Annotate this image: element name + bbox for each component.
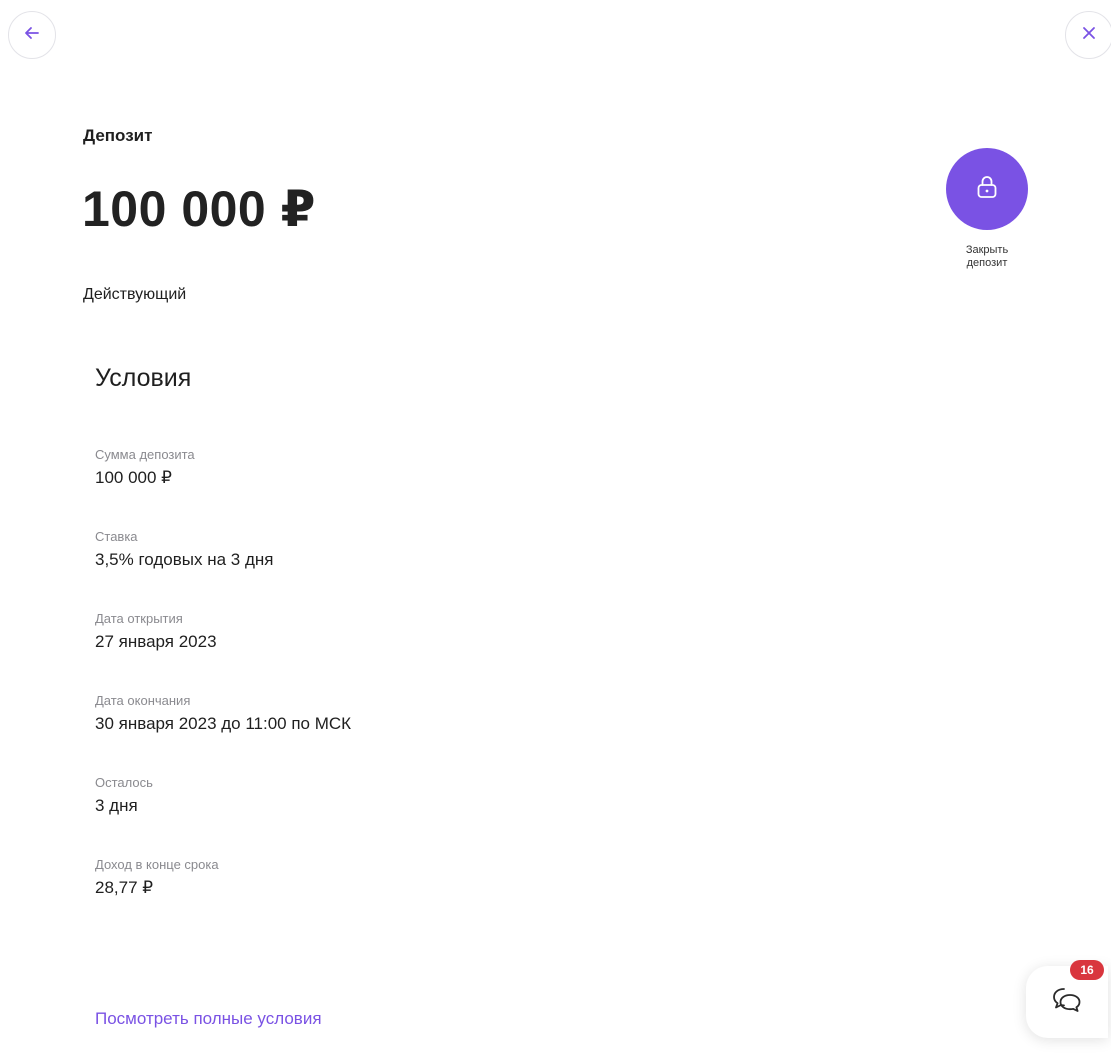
term-value: 28,77 ₽ — [95, 878, 154, 897]
term-label: Дата окончания — [95, 693, 191, 708]
term-income: Доход в конце срока 28,77 ₽ — [95, 857, 695, 939]
term-label: Ставка — [95, 529, 138, 544]
lock-icon — [975, 174, 999, 205]
conditions-list: Сумма депозита 100 000 ₽ Ставка 3,5% год… — [95, 447, 695, 939]
term-value: 100 000 ₽ — [95, 468, 172, 487]
deposit-status: Действующий — [83, 286, 187, 303]
term-value: 27 января 2023 — [95, 632, 217, 651]
back-button[interactable] — [8, 11, 56, 59]
term-label: Осталось — [95, 775, 153, 790]
term-value: 3,5% годовых на 3 дня — [95, 550, 274, 569]
term-value: 3 дня — [95, 796, 138, 815]
term-value: 30 января 2023 до 11:00 по МСК — [95, 714, 352, 733]
arrow-left-icon — [22, 23, 42, 48]
full-terms-link[interactable]: Посмотреть полные условия — [95, 1009, 322, 1029]
product-type-label: Депозит — [83, 126, 153, 145]
close-deposit-button[interactable] — [946, 148, 1028, 230]
term-rate: Ставка 3,5% годовых на 3 дня — [95, 529, 695, 611]
term-label: Дата открытия — [95, 611, 183, 626]
close-button[interactable] — [1065, 11, 1111, 59]
chat-bubbles-icon — [1050, 985, 1084, 1020]
term-label: Сумма депозита — [95, 447, 195, 462]
chat-unread-badge: 16 — [1070, 960, 1104, 980]
term-deposit-amount: Сумма депозита 100 000 ₽ — [95, 447, 695, 529]
close-deposit-label: Закрыть депозит — [965, 244, 1009, 269]
conditions-title: Условия — [95, 364, 192, 392]
close-deposit-action[interactable]: Закрыть депозит — [930, 148, 1044, 270]
term-remaining: Осталось 3 дня — [95, 775, 695, 857]
term-open-date: Дата открытия 27 января 2023 — [95, 611, 695, 693]
term-label: Доход в конце срока — [95, 857, 219, 872]
deposit-amount: 100 000 ₽ — [82, 181, 316, 237]
term-end-date: Дата окончания 30 января 2023 до 11:00 п… — [95, 693, 695, 775]
close-icon — [1080, 24, 1098, 47]
